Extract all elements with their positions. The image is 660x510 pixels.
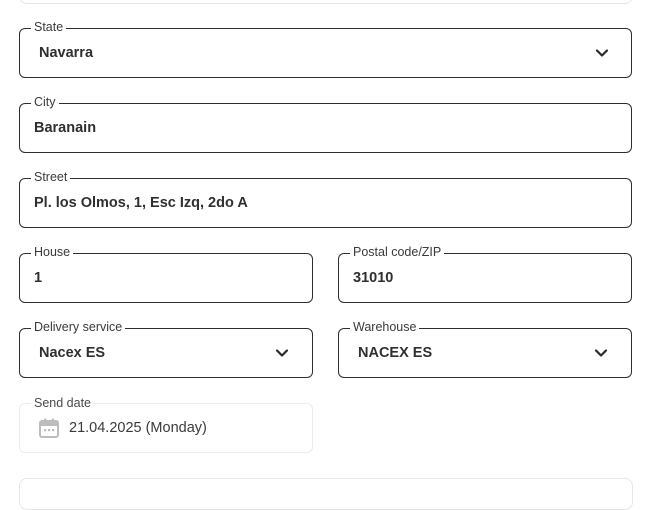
- postal-code-field[interactable]: Postal code/ZIP 31010: [338, 243, 632, 303]
- warehouse-label: Warehouse: [350, 318, 420, 336]
- street-value: Pl. los Olmos, 1, Esc Izq, 2do A: [34, 195, 248, 211]
- street-field[interactable]: Street Pl. los Olmos, 1, Esc Izq, 2do A: [19, 168, 632, 228]
- delivery-service-select[interactable]: Delivery service Nacex ES: [19, 318, 313, 378]
- chevron-down-icon[interactable]: [275, 348, 289, 358]
- state-select[interactable]: State Navarra: [19, 18, 632, 78]
- street-label: Street: [31, 168, 71, 186]
- city-value: Baranain: [34, 120, 97, 136]
- send-date-value: 21.04.2025 (Monday): [69, 420, 207, 436]
- previous-section-card: [19, 0, 633, 4]
- city-field[interactable]: City Baranain: [19, 93, 632, 153]
- delivery-service-label: Delivery service: [31, 318, 126, 336]
- postal-code-label: Postal code/ZIP: [350, 243, 445, 261]
- next-section-card: [19, 478, 633, 510]
- warehouse-value: NACEX ES: [358, 345, 433, 361]
- house-label: House: [31, 243, 74, 261]
- chevron-down-icon[interactable]: [595, 48, 609, 58]
- send-date-label: Send date: [31, 394, 94, 412]
- send-date-field[interactable]: Send date 21.04.2025 (Monday): [19, 394, 313, 453]
- warehouse-select[interactable]: Warehouse NACEX ES: [338, 318, 632, 378]
- house-value: 1: [34, 270, 43, 286]
- chevron-down-icon[interactable]: [594, 348, 608, 358]
- state-label: State: [31, 18, 67, 36]
- delivery-service-value: Nacex ES: [39, 345, 106, 361]
- state-value: Navarra: [39, 45, 94, 61]
- postal-code-value: 31010: [353, 270, 394, 286]
- house-field[interactable]: House 1: [19, 243, 313, 303]
- calendar-icon[interactable]: [38, 417, 60, 439]
- city-label: City: [31, 93, 59, 111]
